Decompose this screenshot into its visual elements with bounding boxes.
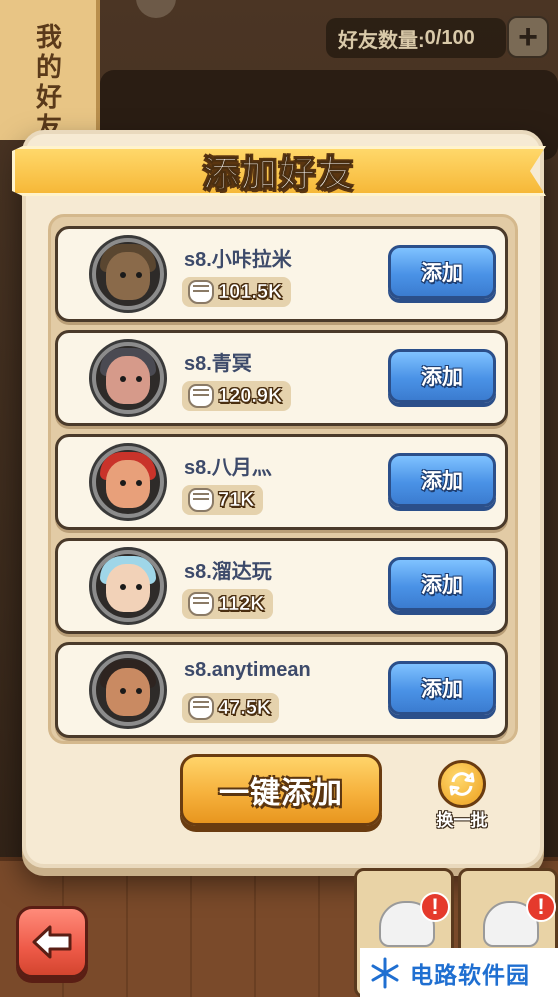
power-display: 71K: [182, 485, 263, 515]
blue-haired-elf-avatar[interactable]: [92, 550, 164, 622]
friend-row: s8.溜达玩 112K 添加: [55, 538, 508, 634]
friend-count: 好友数量: 0/100: [326, 18, 506, 58]
power-value: 120.9K: [218, 384, 283, 407]
refresh-icon: [438, 760, 486, 808]
expand-friend-slots-button[interactable]: +: [507, 16, 549, 58]
gorilla-warrior-avatar[interactable]: [92, 238, 164, 310]
player-name: s8.anytimean: [184, 659, 311, 681]
fist-power-icon: [188, 592, 214, 616]
player-name: s8.八月灬: [184, 457, 272, 479]
add-friend-button[interactable]: 添加: [388, 557, 496, 611]
power-display: 47.5K: [182, 693, 280, 723]
fist-power-icon: [188, 696, 214, 720]
power-display: 112K: [182, 589, 273, 619]
fist-power-icon: [188, 384, 214, 408]
dialog-title: 添加好友: [202, 153, 355, 195]
power-value: 112K: [218, 592, 265, 615]
back-button[interactable]: [16, 906, 88, 978]
friend-row: s8.anytimean 47.5K 添加: [55, 642, 508, 738]
fist-power-icon: [188, 488, 214, 512]
add-friend-button[interactable]: 添加: [388, 453, 496, 507]
site-watermark: 电路软件园: [360, 948, 558, 997]
add-friend-button[interactable]: 添加: [388, 661, 496, 715]
power-display: 120.9K: [182, 381, 291, 411]
watermark-text: 电路软件园: [410, 961, 530, 988]
fist-power-icon: [188, 280, 214, 304]
friend-row: s8.青冥 120.9K 添加: [55, 330, 508, 426]
player-name: s8.溜达玩: [184, 561, 272, 583]
power-value: 47.5K: [218, 696, 272, 719]
player-name: s8.小咔拉米: [184, 249, 292, 271]
power-display: 101.5K: [182, 277, 291, 307]
plus-icon: +: [518, 17, 538, 56]
refresh-label: 换一批: [436, 811, 488, 830]
friend-row: s8.八月灬 71K 添加: [55, 434, 508, 530]
friend-row: s8.小咔拉米 101.5K 添加: [55, 226, 508, 322]
power-value: 71K: [218, 488, 255, 511]
alert-badge: !: [420, 892, 450, 922]
add-all-button[interactable]: 一键添加: [180, 754, 382, 826]
dialog-title-ribbon: 添加好友: [12, 146, 546, 196]
alert-badge: !: [526, 892, 556, 922]
back-arrow-icon: [32, 925, 72, 959]
my-friends-banner[interactable]: 我的好友: [0, 0, 100, 140]
friend-count-value: 0/100: [424, 26, 475, 49]
refresh-batch-button[interactable]: 换一批: [430, 760, 494, 830]
player-name: s8.青冥: [184, 353, 252, 375]
power-value: 101.5K: [218, 280, 283, 303]
red-bearded-viking-avatar[interactable]: [92, 446, 164, 518]
bald-brute-avatar[interactable]: [92, 654, 164, 726]
add-friend-button[interactable]: 添加: [388, 349, 496, 403]
wolf-hood-boar-avatar[interactable]: [92, 342, 164, 414]
friend-count-label: 好友数量:: [338, 29, 425, 52]
my-friends-banner-text: 我的好友: [36, 22, 63, 142]
snowflake-logo-icon: [371, 957, 399, 988]
add-friend-button[interactable]: 添加: [388, 245, 496, 299]
